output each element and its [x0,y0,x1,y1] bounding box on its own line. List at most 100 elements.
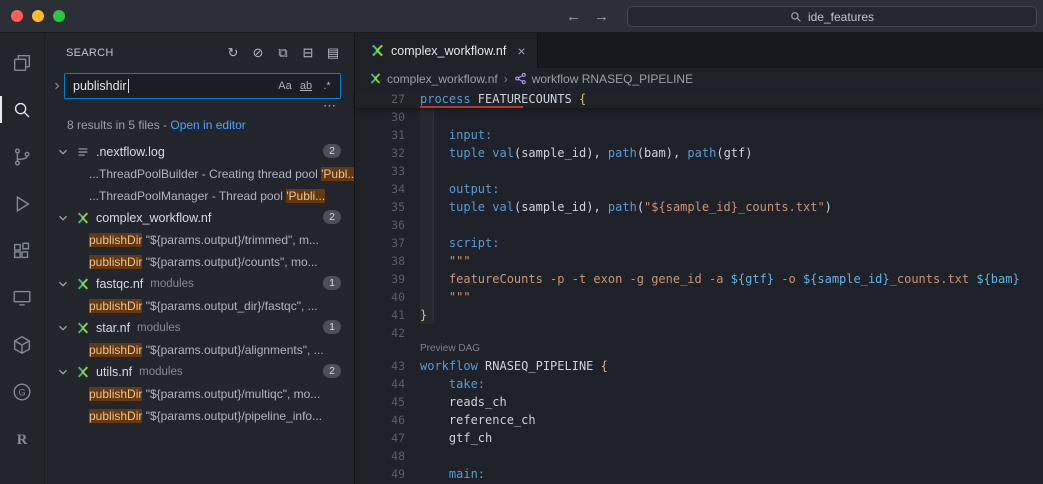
match-highlight: publishDir [89,233,142,247]
line-number: 36 [355,216,405,234]
line-number: 44 [355,375,405,393]
remote-explorer-icon[interactable] [0,274,44,321]
code-line: 37 script: [355,234,1043,252]
code-line: 45 reads_ch [355,393,1043,411]
search-result-row[interactable]: publishDir "${params.output}/alignments"… [45,339,354,361]
code-line: 33 [355,162,1043,180]
search-result-row[interactable]: publishDir "${params.output}/trimmed", m… [45,229,354,251]
search-details-row: ⋯ [45,99,354,113]
tab-complex-workflow[interactable]: complex_workflow.nf × [355,33,538,68]
search-panel-actions: ↻ ⊘ ⧉ ⊟ ▤ [224,44,342,62]
code-line: 38 """ [355,252,1043,270]
code-line: 36 [355,216,1043,234]
file-directory: modules [139,366,182,378]
close-window-button[interactable] [11,10,23,22]
codelens-preview-dag[interactable]: Preview DAG [355,342,1043,357]
code-line: 44 take: [355,375,1043,393]
line-number: 31 [355,126,405,144]
new-search-editor-icon[interactable]: ⧉ [274,44,292,62]
match-highlight: publishDir [89,343,142,357]
search-icon[interactable] [0,86,44,133]
code-line: 30 [355,108,1043,126]
match-case-toggle[interactable]: Aa [275,76,295,96]
collapse-all-icon[interactable]: ⊟ [299,44,317,62]
match-highlight: publishDir [89,387,142,401]
regex-toggle[interactable]: .* [317,76,337,96]
gitlens-icon[interactable]: G [0,368,44,415]
command-center-search[interactable]: ide_features [627,6,1037,27]
search-file-row[interactable]: utils.nfmodules2 [45,361,354,383]
nextflow-file-icon [76,211,90,225]
search-result-row[interactable]: ...ThreadPoolBuilder - Creating thread p… [45,163,354,185]
search-result-row[interactable]: publishDir "${params.output}/pipeline_in… [45,405,354,427]
code-line: 41} [355,306,1043,324]
line-number: 43 [355,357,405,375]
breadcrumbs: complex_workflow.nf › workflow RNASEQ_PI… [355,68,1043,90]
results-count-text: 8 results in 5 files - [67,118,170,132]
run-debug-icon[interactable] [0,180,44,227]
code-line: 42 [355,324,1043,342]
breadcrumb-file[interactable]: complex_workflow.nf [369,72,498,86]
log-file-icon [76,145,90,159]
file-name: .nextflow.log [96,145,165,159]
toggle-replace-button[interactable] [49,80,64,92]
chevron-down-icon [56,145,70,159]
search-input[interactable]: publishdir Aaab.* [64,73,341,99]
search-result-row[interactable]: publishDir "${params.output}/multiqc", m… [45,383,354,405]
search-file-row[interactable]: complex_workflow.nf2 [45,207,354,229]
toggle-search-details-button[interactable]: ⋯ [323,100,336,113]
tab-close-icon[interactable]: × [517,43,525,59]
minimize-window-button[interactable] [32,10,44,22]
search-query-text: publishdir [73,79,127,93]
code-editor[interactable]: 27 process FEATURECOUNTS { 3031 input:32… [355,90,1043,484]
line-number: 32 [355,144,405,162]
r-language-icon[interactable]: R [0,415,44,462]
file-name: fastqc.nf [96,277,143,291]
nextflow-file-icon [370,43,385,58]
line-number: 41 [355,306,405,324]
refresh-icon[interactable]: ↻ [224,44,242,62]
search-file-row[interactable]: star.nfmodules1 [45,317,354,339]
line-number: 30 [355,108,405,126]
sticky-scroll-line[interactable]: 27 process FEATURECOUNTS { [355,90,1043,108]
open-in-editor-icon[interactable]: ▤ [324,44,342,62]
line-number: 27 [355,90,405,108]
extensions-icon[interactable] [0,227,44,274]
search-option-toggles: Aaab.* [274,76,337,96]
line-number: 34 [355,180,405,198]
line-number: 38 [355,252,405,270]
svg-text:G: G [18,387,25,397]
search-result-row[interactable]: publishDir "${params.output}/counts", mo… [45,251,354,273]
nextflow-file-icon [76,277,90,291]
zoom-window-button[interactable] [53,10,65,22]
search-input-row: publishdir Aaab.* [49,73,341,99]
match-highlight: publishDir [89,255,142,269]
sticky-underline-decoration [420,106,523,108]
search-result-row[interactable]: ...ThreadPoolManager - Thread pool 'Publ… [45,185,354,207]
code-line: 35 tuple val(sample_id), path("${sample_… [355,198,1043,216]
code-line: 43workflow RNASEQ_PIPELINE { [355,357,1043,375]
match-highlight: 'Publ... [321,167,354,181]
clear-search-results-icon[interactable]: ⊘ [249,44,267,62]
line-number: 48 [355,447,405,465]
search-file-row[interactable]: fastqc.nfmodules1 [45,273,354,295]
source-control-icon[interactable] [0,133,44,180]
explorer-icon[interactable] [0,39,44,86]
history-nav: ← → [566,0,609,33]
code-line: 39 featureCounts -p -t exon -g gene_id -… [355,270,1043,288]
tab-label: complex_workflow.nf [391,44,506,58]
search-file-row[interactable]: .nextflow.log2 [45,141,354,163]
breadcrumb-symbol[interactable]: workflow RNASEQ_PIPELINE [514,72,693,86]
open-in-editor-link[interactable]: Open in editor [170,118,245,132]
whole-word-toggle[interactable]: ab [296,76,316,96]
forward-button[interactable]: → [594,8,609,25]
line-number: 37 [355,234,405,252]
back-button[interactable]: ← [566,8,581,25]
line-number: 49 [355,465,405,483]
search-result-row[interactable]: publishDir "${params.output_dir}/fastqc"… [45,295,354,317]
tab-bar: complex_workflow.nf × [355,33,1043,68]
line-number: 33 [355,162,405,180]
match-highlight: publishDir [89,299,142,313]
containers-icon[interactable] [0,321,44,368]
file-directory: modules [137,322,180,334]
